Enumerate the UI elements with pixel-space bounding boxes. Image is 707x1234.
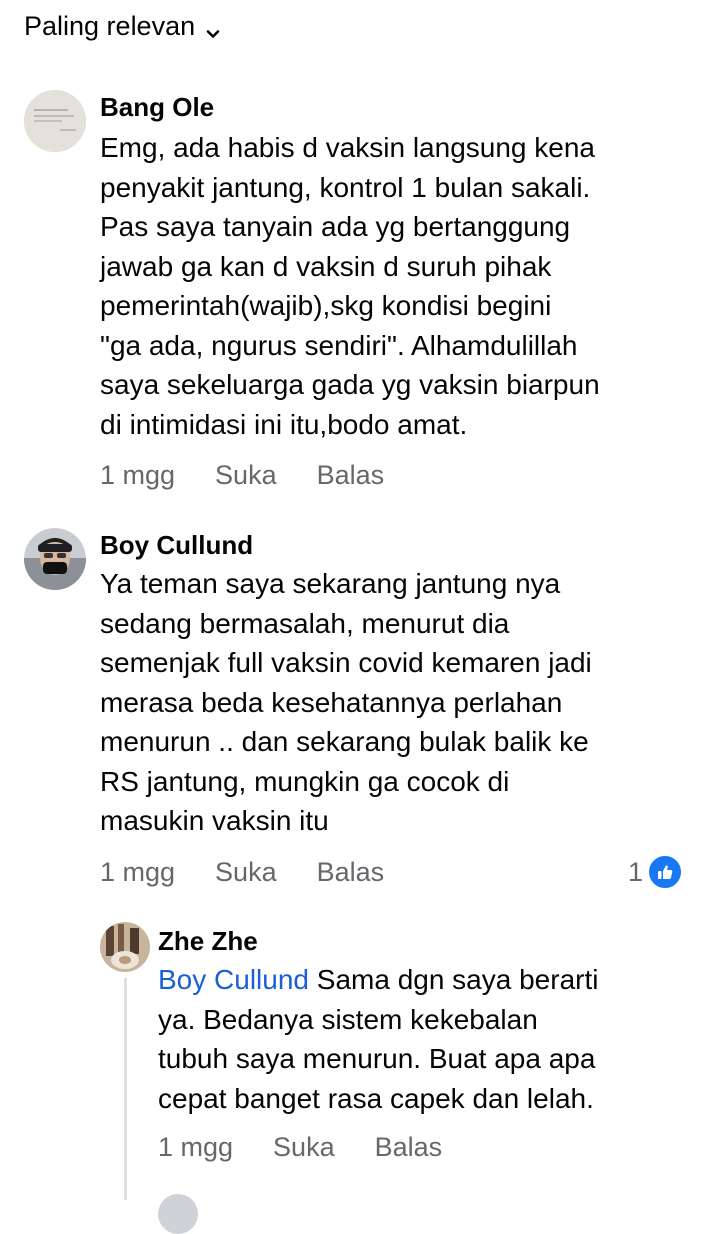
like-thumb-icon	[647, 854, 684, 890]
comment-author[interactable]: Boy Cullund	[100, 530, 253, 561]
sort-label: Paling relevan	[24, 10, 196, 41]
reply-text-rest: ya. Bedanya sistem kekebalan tubuh saya …	[158, 1003, 596, 1114]
comment-meta: 1 mgg Suka Balas	[100, 857, 424, 888]
reaction-count: 1	[628, 856, 644, 887]
comment-text: Ya teman saya sekarang jantung nya sedan…	[100, 568, 592, 836]
like-button[interactable]: Suka	[215, 857, 277, 888]
comment-meta: 1 mgg Suka Balas	[100, 460, 424, 491]
reply-thread-line	[124, 978, 127, 1200]
sort-selector[interactable]: Paling relevan	[24, 6, 221, 46]
reply-meta: 1 mgg Suka Balas	[158, 1132, 482, 1163]
reply-button[interactable]: Balas	[375, 1132, 443, 1163]
chevron-down-icon	[205, 18, 221, 38]
comment-timestamp[interactable]: 1 mgg	[100, 460, 175, 491]
reply-first-line: Boy Cullund Sama dgn saya berarti	[158, 960, 598, 1000]
reply-author[interactable]: Zhe Zhe	[158, 926, 258, 957]
reaction-summary[interactable]: 1	[628, 854, 684, 890]
reply-text-first: Sama dgn saya berarti	[308, 964, 599, 995]
reply-button[interactable]: Balas	[317, 857, 385, 888]
reply-timestamp[interactable]: 1 mgg	[158, 1132, 233, 1163]
avatar[interactable]	[100, 922, 150, 972]
avatar[interactable]	[24, 528, 86, 590]
mention-link[interactable]: Boy Cullund	[158, 964, 309, 995]
comment-timestamp[interactable]: 1 mgg	[100, 857, 175, 888]
like-button[interactable]: Suka	[273, 1132, 335, 1163]
avatar	[158, 1194, 198, 1234]
like-button[interactable]: Suka	[215, 460, 277, 491]
comment-text: Emg, ada habis d vaksin langsung kena pe…	[100, 132, 600, 440]
reply-button[interactable]: Balas	[317, 460, 385, 491]
avatar[interactable]	[24, 90, 86, 152]
comment-author[interactable]: Bang Ole	[100, 92, 214, 123]
reply-text: Boy Cullund Sama dgn saya berarti ya. Be…	[158, 960, 598, 1118]
